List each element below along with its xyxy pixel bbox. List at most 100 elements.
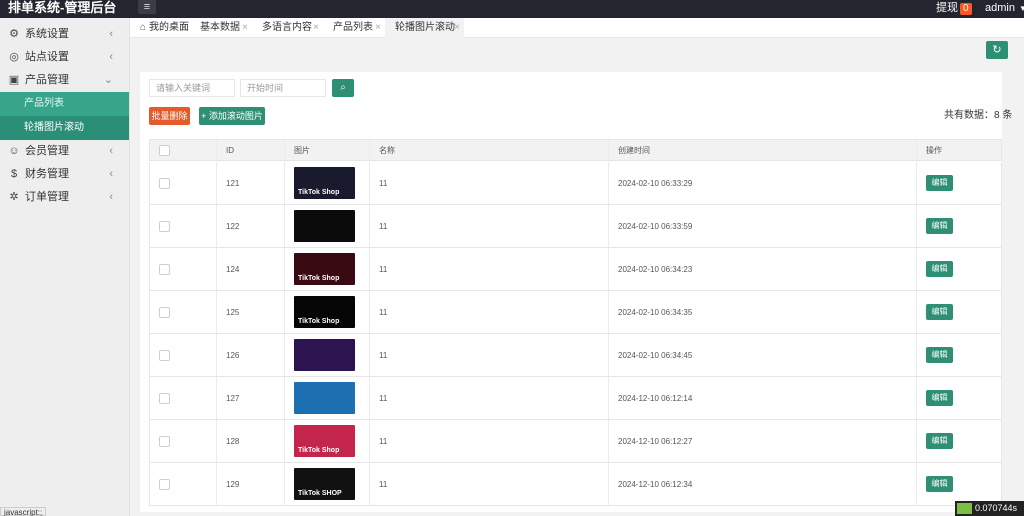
sidebar-item-label: 财务管理 — [25, 168, 69, 180]
add-carousel-button[interactable]: + 添加滚动图片 — [199, 107, 265, 125]
top-bar: 排单系统-管理后台 ≡ 提现 0 admin ▼ — [0, 0, 1024, 18]
row-checkbox[interactable] — [159, 177, 170, 189]
row-id: 122 — [217, 205, 285, 247]
batch-delete-button[interactable]: 批量删除 — [149, 107, 190, 125]
perf-timing: 0.070744s — [975, 503, 1018, 513]
row-actions: 编辑 — [917, 420, 1003, 462]
edit-button[interactable]: 编辑 — [926, 175, 953, 191]
edit-button[interactable]: 编辑 — [926, 261, 953, 277]
row-checkbox[interactable] — [159, 392, 170, 404]
user-menu[interactable]: admin ▼ — [985, 0, 1024, 18]
sidebar-item-product-list[interactable]: 产品列表 — [0, 92, 129, 116]
row-image-cell: TikTok SHOP — [285, 463, 370, 505]
carousel-thumbnail — [294, 382, 355, 414]
thumbnail-caption: TikTok Shop — [298, 275, 340, 282]
row-name: 11 — [370, 205, 609, 247]
row-created-time: 2024-12-10 06:12:34 — [609, 463, 917, 505]
row-checkbox[interactable] — [159, 435, 170, 447]
row-actions: 编辑 — [917, 248, 1003, 290]
close-icon[interactable]: × — [242, 18, 248, 38]
edit-button[interactable]: 编辑 — [926, 390, 953, 406]
keyword-search-input[interactable]: 请输入关键词 — [149, 79, 235, 97]
user-icon: ☺ — [8, 145, 20, 157]
refresh-button[interactable]: ↻ — [986, 41, 1008, 59]
row-checkbox[interactable] — [159, 220, 170, 232]
sidebar-item-carousel[interactable]: 轮播图片滚动 — [0, 116, 129, 140]
user-name: admin — [985, 2, 1015, 14]
chevron-down-icon: ⌄ — [103, 74, 113, 86]
row-image-cell: TikTok Shop — [285, 248, 370, 290]
table-row: 124 TikTok Shop 11 2024-02-10 06:34:23 编辑 — [149, 248, 1002, 291]
home-icon: ⌂ — [140, 22, 147, 33]
edit-button[interactable]: 编辑 — [926, 347, 953, 363]
table-row: 128 TikTok Shop 11 2024-12-10 06:12:27 编辑 — [149, 420, 1002, 463]
menu-toggle-icon[interactable]: ≡ — [138, 0, 156, 14]
chevron-left-icon: ‹ — [109, 145, 113, 157]
column-header-image: 图片 — [285, 140, 370, 160]
sidebar-item-site-settings[interactable]: ◎ 站点设置 ‹ — [0, 46, 129, 69]
tab-basic-data[interactable]: 基本数据 × — [190, 18, 252, 38]
sidebar-item-label: 产品管理 — [25, 74, 69, 86]
close-icon[interactable]: × — [454, 18, 460, 38]
box-icon: ▣ — [8, 74, 20, 86]
sidebar-item-system-settings[interactable]: ⚙ 系统设置 ‹ — [0, 23, 129, 46]
row-created-time: 2024-02-10 06:34:23 — [609, 248, 917, 290]
row-actions: 编辑 — [917, 162, 1003, 204]
column-header-actions: 操作 — [926, 145, 942, 155]
edit-button[interactable]: 编辑 — [926, 304, 953, 320]
carousel-thumbnail: TikTok SHOP — [294, 468, 355, 500]
tab-label: 产品列表 — [333, 22, 373, 33]
row-created-time: 2024-02-10 06:34:45 — [609, 334, 917, 376]
row-created-time: 2024-12-10 06:12:14 — [609, 377, 917, 419]
settings-icon: ✲ — [9, 191, 19, 203]
row-checkbox[interactable] — [159, 263, 170, 275]
total-count: 共有数据：8 条 — [944, 110, 1013, 121]
sidebar-item-order-management[interactable]: ✲ 订单管理 ‹ — [0, 186, 129, 209]
chevron-left-icon: ‹ — [109, 191, 113, 203]
row-name: 11 — [370, 334, 609, 376]
tab-label: 轮播图片滚动 — [395, 22, 455, 33]
row-checkbox-cell — [150, 463, 217, 505]
plus-icon: + — [201, 111, 207, 121]
row-actions: 编辑 — [917, 377, 1003, 419]
row-checkbox[interactable] — [159, 349, 170, 361]
search-button[interactable]: ⌕ — [332, 79, 354, 97]
carousel-thumbnail — [294, 339, 355, 371]
row-created-time: 2024-02-10 06:33:29 — [609, 162, 917, 204]
tab-label: 多语言内容 — [262, 22, 312, 33]
chevron-left-icon: ‹ — [109, 51, 113, 63]
sidebar: ⚙ 系统设置 ‹ ◎ 站点设置 ‹ ▣ 产品管理 ⌄ 产品列表 轮播图片滚动 ☺… — [0, 18, 130, 516]
column-header-name: 名称 — [370, 140, 609, 160]
tab-multilang[interactable]: 多语言内容 × — [252, 18, 323, 38]
sidebar-item-finance-management[interactable]: $ 财务管理 ‹ — [0, 163, 129, 186]
start-time-input[interactable]: 开始时间 — [240, 79, 326, 97]
close-icon[interactable]: × — [375, 18, 381, 38]
select-all-checkbox[interactable] — [159, 144, 170, 156]
row-id: 128 — [217, 420, 285, 462]
tab-my-desktop[interactable]: ⌂ 我的桌面 — [130, 18, 190, 38]
withdraw-reminder[interactable]: 提现 0 — [936, 0, 972, 18]
tab-carousel[interactable]: 轮播图片滚动 × — [385, 18, 464, 38]
edit-button[interactable]: 编辑 — [926, 218, 953, 234]
row-created-time: 2024-12-10 06:12:27 — [609, 420, 917, 462]
carousel-thumbnail: TikTok Shop — [294, 253, 355, 285]
row-name: 11 — [370, 291, 609, 333]
row-checkbox[interactable] — [159, 478, 170, 490]
row-id: 121 — [217, 162, 285, 204]
withdraw-count-badge: 0 — [960, 3, 972, 15]
edit-button[interactable]: 编辑 — [926, 476, 953, 492]
tab-label: 基本数据 — [200, 22, 240, 33]
close-icon[interactable]: × — [313, 18, 319, 38]
chevron-left-icon: ‹ — [109, 28, 113, 40]
status-link-text: javascript:; — [0, 507, 47, 516]
sidebar-item-product-management[interactable]: ▣ 产品管理 ⌄ — [0, 69, 129, 92]
edit-button[interactable]: 编辑 — [926, 433, 953, 449]
row-checkbox-cell — [150, 162, 217, 204]
add-button-label: 添加滚动图片 — [208, 111, 263, 121]
table-row: 129 TikTok SHOP 11 2024-12-10 06:12:34 编辑 — [149, 463, 1002, 506]
row-checkbox-cell — [150, 205, 217, 247]
row-checkbox-cell — [150, 334, 217, 376]
tab-product-list[interactable]: 产品列表 × — [323, 18, 385, 38]
sidebar-item-member-management[interactable]: ☺ 会员管理 ‹ — [0, 140, 129, 163]
row-checkbox[interactable] — [159, 306, 170, 318]
